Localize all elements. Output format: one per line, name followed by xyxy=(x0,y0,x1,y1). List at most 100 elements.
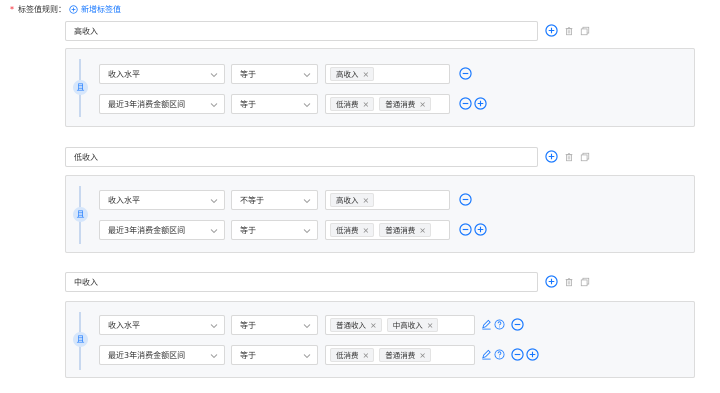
field-select[interactable]: 收入水平 xyxy=(99,64,225,84)
value-tag: 低消费 × xyxy=(330,348,375,362)
copy-icon[interactable] xyxy=(580,26,590,36)
chevron-down-icon xyxy=(210,324,218,329)
value-select[interactable]: 高收入 × xyxy=(325,64,450,84)
tag-value-group: 低收入 且 收入水平 不等于 高收入 × 最近3年消费金额区间 等于 低消费 ×… xyxy=(65,147,695,253)
close-icon[interactable]: × xyxy=(363,70,370,79)
add-group-icon[interactable] xyxy=(545,24,558,37)
value-select[interactable]: 低消费 × 普通消费 × xyxy=(325,220,450,240)
value-select[interactable]: 普通收入 × 中高收入 × xyxy=(325,315,475,335)
condition-row: 收入水平 等于 普通收入 × 中高收入 × xyxy=(99,315,679,335)
value-tag: 普通消费 × xyxy=(379,223,431,237)
value-tag: 高收入 × xyxy=(330,67,375,81)
plus-circle-icon[interactable] xyxy=(526,348,539,361)
chevron-down-icon xyxy=(303,103,311,108)
add-tag-value-link[interactable]: 新增标签值 xyxy=(69,4,121,15)
rules-label: 标签值规则： xyxy=(18,4,66,14)
rule-header: * 标签值规则： 新增标签值 xyxy=(10,3,121,15)
condition-actions xyxy=(459,193,474,206)
minus-circle-icon[interactable] xyxy=(511,318,524,331)
close-icon[interactable]: × xyxy=(427,321,434,330)
minus-circle-icon[interactable] xyxy=(459,67,472,80)
field-select[interactable]: 最近3年消费金额区间 xyxy=(99,220,225,240)
value-select[interactable]: 低消费 × 普通消费 × xyxy=(325,94,450,114)
close-icon[interactable]: × xyxy=(419,226,426,235)
value-tag-label: 低消费 xyxy=(336,225,359,235)
value-tag-label: 普通消费 xyxy=(385,225,416,235)
tag-name-row: 低收入 xyxy=(65,147,695,167)
value-tag: 中高收入 × xyxy=(386,318,439,332)
close-icon[interactable]: × xyxy=(419,351,426,360)
value-select[interactable]: 低消费 × 普通消费 × xyxy=(325,345,475,365)
minus-circle-icon[interactable] xyxy=(459,223,472,236)
value-tag-label: 普通消费 xyxy=(385,99,416,109)
copy-icon[interactable] xyxy=(580,152,590,162)
tag-value-group: 高收入 且 收入水平 等于 高收入 × 最近3年消费金额区间 等于 低消费 × … xyxy=(65,21,695,127)
close-icon[interactable]: × xyxy=(363,196,370,205)
operator-select[interactable]: 不等于 xyxy=(231,190,318,210)
minus-circle-icon[interactable] xyxy=(459,97,472,110)
operator-select-value: 等于 xyxy=(240,69,256,79)
minus-circle-icon[interactable] xyxy=(459,193,472,206)
tag-value-group: 中收入 且 收入水平 等于 普通收入 × 中高收入 × 最近3年消费金额区间 等… xyxy=(65,272,695,378)
copy-icon[interactable] xyxy=(580,277,590,287)
value-tag: 普通收入 × xyxy=(330,318,382,332)
trash-icon[interactable] xyxy=(564,277,574,287)
operator-select[interactable]: 等于 xyxy=(231,220,318,240)
chevron-down-icon xyxy=(210,199,218,204)
value-select[interactable]: 高收入 × xyxy=(325,190,450,210)
chevron-down-icon xyxy=(303,354,311,359)
trash-icon[interactable] xyxy=(564,26,574,36)
question-circle-icon[interactable] xyxy=(494,319,505,330)
close-icon[interactable]: × xyxy=(370,321,377,330)
field-select-value: 最近3年消费金额区间 xyxy=(108,350,186,360)
and-badge: 且 xyxy=(73,332,88,347)
value-tag: 低消费 × xyxy=(330,223,375,237)
condition-row: 最近3年消费金额区间 等于 低消费 × 普通消费 × xyxy=(99,220,679,240)
operator-select[interactable]: 等于 xyxy=(231,64,318,84)
plus-circle-icon xyxy=(69,4,78,14)
value-tag-label: 普通收入 xyxy=(336,320,366,330)
add-group-icon[interactable] xyxy=(545,275,558,288)
add-group-icon[interactable] xyxy=(545,150,558,163)
close-icon[interactable]: × xyxy=(363,226,370,235)
value-tag: 低消费 × xyxy=(330,97,375,111)
field-select[interactable]: 最近3年消费金额区间 xyxy=(99,94,225,114)
field-select[interactable]: 最近3年消费金额区间 xyxy=(99,345,225,365)
value-tag-label: 普通消费 xyxy=(385,350,416,360)
condition-panel: 且 收入水平 不等于 高收入 × 最近3年消费金额区间 等于 低消费 × 普通消… xyxy=(65,175,695,253)
chevron-down-icon xyxy=(303,324,311,329)
field-select[interactable]: 收入水平 xyxy=(99,315,225,335)
question-circle-icon[interactable] xyxy=(494,349,505,360)
trash-icon[interactable] xyxy=(564,152,574,162)
tag-name-input[interactable]: 高收入 xyxy=(65,21,538,41)
operator-select[interactable]: 等于 xyxy=(231,315,318,335)
plus-circle-icon[interactable] xyxy=(474,97,487,110)
edit-icon[interactable] xyxy=(481,319,492,330)
condition-actions xyxy=(481,318,526,331)
close-icon[interactable]: × xyxy=(363,351,370,360)
value-tag-label: 高收入 xyxy=(336,195,359,205)
field-select[interactable]: 收入水平 xyxy=(99,190,225,210)
and-badge: 且 xyxy=(73,80,88,95)
value-tag-label: 高收入 xyxy=(336,69,359,79)
field-select-value: 收入水平 xyxy=(108,69,140,79)
chevron-down-icon xyxy=(303,199,311,204)
required-mark: * xyxy=(10,4,14,14)
minus-circle-icon[interactable] xyxy=(511,348,524,361)
close-icon[interactable]: × xyxy=(363,100,370,109)
operator-select[interactable]: 等于 xyxy=(231,345,318,365)
group-actions xyxy=(545,275,590,288)
edit-icon[interactable] xyxy=(481,349,492,360)
condition-row: 最近3年消费金额区间 等于 低消费 × 普通消费 × xyxy=(99,345,679,365)
condition-actions xyxy=(459,67,474,80)
tag-name-input[interactable]: 中收入 xyxy=(65,272,538,292)
chevron-down-icon xyxy=(210,73,218,78)
close-icon[interactable]: × xyxy=(419,100,426,109)
tag-name-input[interactable]: 低收入 xyxy=(65,147,538,167)
value-tag-label: 中高收入 xyxy=(392,320,423,330)
chevron-down-icon xyxy=(210,354,218,359)
operator-select[interactable]: 等于 xyxy=(231,94,318,114)
operator-select-value: 等于 xyxy=(240,320,256,330)
operator-select-value: 等于 xyxy=(240,99,256,109)
plus-circle-icon[interactable] xyxy=(474,223,487,236)
